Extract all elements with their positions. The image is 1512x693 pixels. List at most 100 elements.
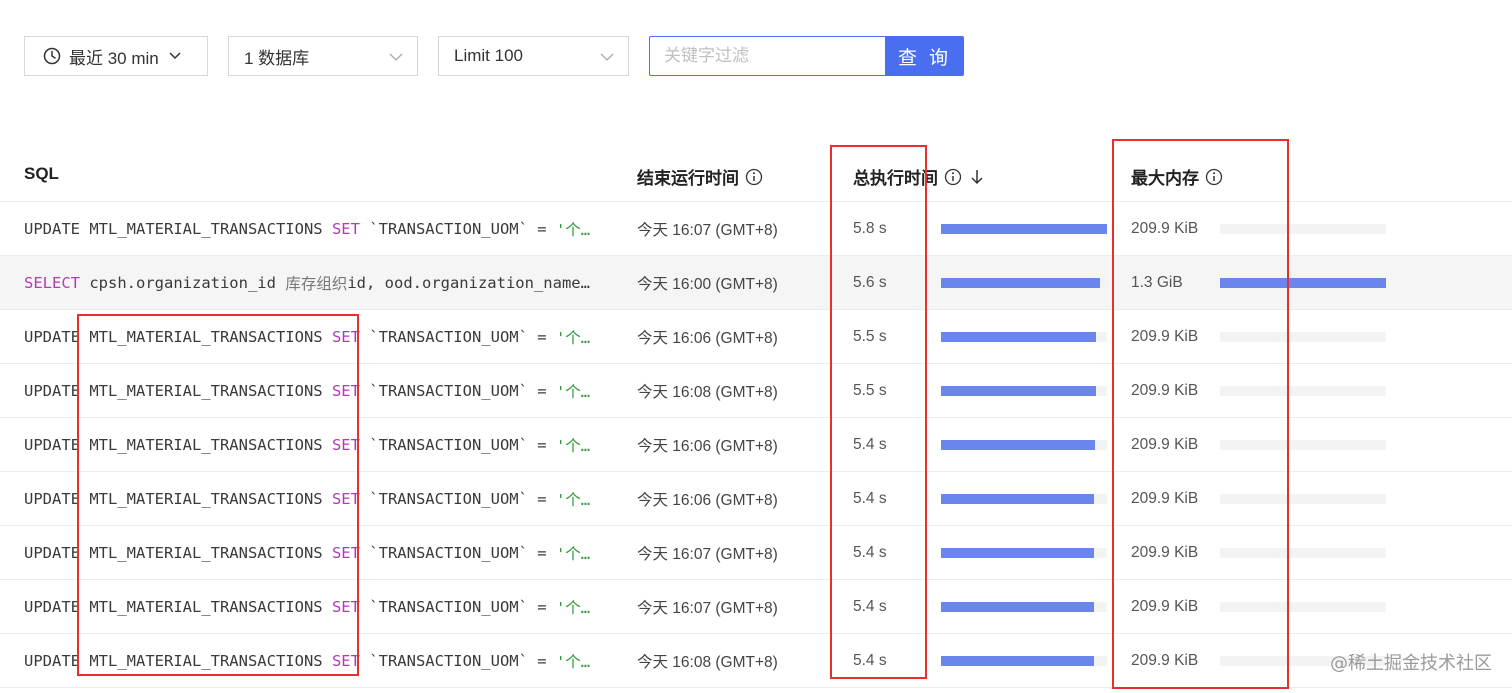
sql-token: `TRANSACTION_UOM` = (359, 490, 556, 508)
table-row[interactable]: UPDATE MTL_MATERIAL_TRANSACTIONS SET `TR… (0, 310, 1512, 364)
sql-token: '个… (555, 221, 591, 239)
sql-token: UPDATE (24, 328, 80, 346)
table-row[interactable]: UPDATE MTL_MATERIAL_TRANSACTIONS SET `TR… (0, 418, 1512, 472)
end-time: 今天 16:07 (GMT+8) (637, 600, 778, 617)
limit-select[interactable]: Limit 100 (438, 36, 629, 76)
sql-token: '个… (555, 437, 591, 455)
column-header-label: 总执行时间 (853, 169, 938, 189)
table-row[interactable]: UPDATE MTL_MATERIAL_TRANSACTIONS SET `TR… (0, 634, 1512, 688)
sql-token: UPDATE (24, 382, 80, 400)
clock-icon (43, 47, 61, 65)
keyword-filter-input[interactable] (649, 36, 885, 76)
time-range-label: 最近 30 min (69, 48, 159, 68)
sort-desc-icon[interactable] (970, 168, 984, 186)
end-time: 今天 16:06 (GMT+8) (637, 330, 778, 347)
sql-token: id, ood.organization_name… (347, 274, 590, 292)
sql-token: MTL_MATERIAL_TRANSACTIONS (80, 436, 332, 454)
info-icon[interactable] (1205, 168, 1223, 186)
sql-token: UPDATE (24, 652, 80, 670)
sql-token: SET (331, 652, 360, 670)
sql-token: MTL_MATERIAL_TRANSACTIONS (80, 598, 332, 616)
duration-bar (941, 656, 1107, 666)
end-time: 今天 16:06 (GMT+8) (637, 438, 778, 455)
max-memory: 1.3 GiB (1131, 274, 1183, 291)
column-header-label: 结束运行时间 (637, 169, 739, 189)
sql-text[interactable]: UPDATE MTL_MATERIAL_TRANSACTIONS SET `TR… (24, 472, 609, 526)
table-row[interactable]: SELECT cpsh.organization_id 库存组织 id, ood.… (0, 256, 1512, 310)
column-header-end-time[interactable]: 结束运行时间 (637, 164, 763, 189)
total-time: 5.4 s (853, 598, 887, 615)
max-memory: 209.9 KiB (1131, 544, 1199, 561)
sql-text[interactable]: UPDATE MTL_MATERIAL_TRANSACTIONS SET `TR… (24, 634, 609, 688)
end-time: 今天 16:07 (GMT+8) (637, 546, 778, 563)
query-button[interactable]: 查 询 (885, 36, 964, 76)
column-header-total-time[interactable]: 总执行时间 (853, 164, 984, 189)
column-header-max-memory[interactable]: 最大内存 (1131, 164, 1223, 189)
sql-text[interactable]: UPDATE MTL_MATERIAL_TRANSACTIONS SET `TR… (24, 364, 609, 418)
sql-text[interactable]: UPDATE MTL_MATERIAL_TRANSACTIONS SET `TR… (24, 526, 609, 580)
column-header-sql: SQL (24, 164, 59, 184)
chevron-down-icon (600, 46, 614, 66)
info-icon[interactable] (745, 168, 763, 186)
memory-bar (1220, 494, 1386, 504)
sql-text[interactable]: UPDATE MTL_MATERIAL_TRANSACTIONS SET `TR… (24, 580, 609, 634)
duration-bar-fill (941, 224, 1107, 234)
sql-token: '个… (555, 329, 591, 347)
duration-bar-fill (941, 602, 1095, 612)
sql-token: '个… (555, 599, 591, 617)
sql-token: 库存组织 (285, 275, 348, 293)
sql-token: '个… (555, 545, 591, 563)
watermark: @稀土掘金技术社区 (1330, 653, 1492, 674)
duration-bar-fill (941, 386, 1097, 396)
table-row[interactable]: UPDATE MTL_MATERIAL_TRANSACTIONS SET `TR… (0, 472, 1512, 526)
sql-text[interactable]: UPDATE MTL_MATERIAL_TRANSACTIONS SET `TR… (24, 310, 609, 364)
sql-token: `TRANSACTION_UOM` = (359, 382, 556, 400)
total-time: 5.4 s (853, 490, 887, 507)
end-time: 今天 16:08 (GMT+8) (637, 384, 778, 401)
sql-token: '个… (555, 383, 591, 401)
duration-bar-fill (941, 494, 1095, 504)
duration-bar-fill (941, 332, 1097, 342)
total-time: 5.4 s (853, 544, 887, 561)
table-row[interactable]: UPDATE MTL_MATERIAL_TRANSACTIONS SET `TR… (0, 202, 1512, 256)
sql-token: MTL_MATERIAL_TRANSACTIONS (80, 220, 332, 238)
duration-bar-fill (941, 656, 1095, 666)
max-memory: 209.9 KiB (1131, 598, 1199, 615)
total-time: 5.5 s (853, 382, 887, 399)
sql-text[interactable]: SELECT cpsh.organization_id 库存组织 id, ood.… (24, 256, 609, 310)
table-row[interactable]: UPDATE MTL_MATERIAL_TRANSACTIONS SET `TR… (0, 364, 1512, 418)
sql-token: `TRANSACTION_UOM` = (359, 436, 556, 454)
memory-bar (1220, 332, 1386, 342)
memory-bar (1220, 386, 1386, 396)
database-label: 1 数据库 (244, 48, 310, 68)
max-memory: 209.9 KiB (1131, 490, 1199, 507)
sql-token: SET (331, 436, 360, 454)
sql-token: `TRANSACTION_UOM` = (359, 544, 556, 562)
max-memory: 209.9 KiB (1131, 382, 1199, 399)
max-memory: 209.9 KiB (1131, 220, 1199, 237)
column-header-label: 最大内存 (1131, 169, 1199, 189)
time-range-select[interactable]: 最近 30 min (24, 36, 208, 76)
table-row[interactable]: UPDATE MTL_MATERIAL_TRANSACTIONS SET `TR… (0, 526, 1512, 580)
duration-bar-fill (941, 278, 1100, 288)
info-icon[interactable] (944, 168, 962, 186)
sql-token: MTL_MATERIAL_TRANSACTIONS (80, 652, 332, 670)
duration-bar (941, 440, 1107, 450)
sql-token: cpsh.organization_id (80, 274, 286, 292)
sql-token: SET (331, 328, 360, 346)
sql-token: SET (331, 598, 360, 616)
database-select[interactable]: 1 数据库 (228, 36, 418, 76)
total-time: 5.4 s (853, 652, 887, 669)
total-time: 5.6 s (853, 274, 887, 291)
duration-bar (941, 602, 1107, 612)
sql-token: MTL_MATERIAL_TRANSACTIONS (80, 490, 332, 508)
memory-bar (1220, 278, 1386, 288)
total-time: 5.8 s (853, 220, 887, 237)
memory-bar (1220, 548, 1386, 558)
table-row[interactable]: UPDATE MTL_MATERIAL_TRANSACTIONS SET `TR… (0, 580, 1512, 634)
end-time: 今天 16:00 (GMT+8) (637, 276, 778, 293)
table-body: UPDATE MTL_MATERIAL_TRANSACTIONS SET `TR… (0, 202, 1512, 688)
sql-text[interactable]: UPDATE MTL_MATERIAL_TRANSACTIONS SET `TR… (24, 418, 609, 472)
sql-token: UPDATE (24, 544, 80, 562)
sql-text[interactable]: UPDATE MTL_MATERIAL_TRANSACTIONS SET `TR… (24, 202, 609, 256)
